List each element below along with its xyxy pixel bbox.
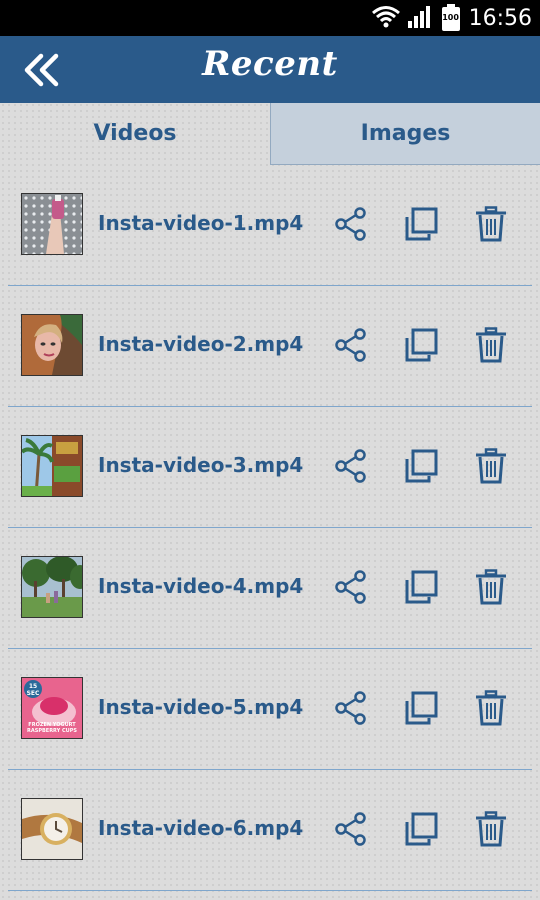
trash-icon xyxy=(473,569,509,609)
signal-icon xyxy=(407,3,435,33)
share-button[interactable] xyxy=(333,327,369,363)
copy-icon xyxy=(403,812,439,851)
page-title: Recent xyxy=(202,44,338,84)
copy-button[interactable] xyxy=(403,690,439,726)
file-name: Insta-video-1.mp4 xyxy=(98,211,304,235)
app-bar: Recent xyxy=(0,36,540,103)
video-list: Insta-video-1.mp4 Insta-video-2.mp4 Inst… xyxy=(0,165,540,891)
delete-button[interactable] xyxy=(473,206,509,242)
trash-icon xyxy=(473,327,509,367)
delete-button[interactable] xyxy=(473,327,509,363)
list-item[interactable]: Insta-video-1.mp4 xyxy=(0,165,540,286)
copy-icon xyxy=(403,328,439,367)
video-thumbnail xyxy=(21,798,83,860)
copy-button[interactable] xyxy=(403,569,439,605)
file-name: Insta-video-6.mp4 xyxy=(98,816,304,840)
copy-icon xyxy=(403,570,439,609)
tab-videos[interactable]: Videos xyxy=(0,103,270,165)
list-item[interactable]: Insta-video-4.mp4 xyxy=(0,528,540,649)
copy-button[interactable] xyxy=(403,327,439,363)
wifi-icon xyxy=(371,4,401,32)
trash-icon xyxy=(473,690,509,730)
trash-icon xyxy=(473,206,509,246)
copy-button[interactable] xyxy=(403,206,439,242)
status-time: 16:56 xyxy=(468,5,532,31)
share-icon xyxy=(333,207,369,246)
battery-icon: 100 xyxy=(441,4,461,32)
video-thumbnail xyxy=(21,314,83,376)
share-button[interactable] xyxy=(333,206,369,242)
file-name: Insta-video-4.mp4 xyxy=(98,574,304,598)
duration-badge: 15 SEC xyxy=(26,683,40,697)
tab-images[interactable]: Images xyxy=(270,103,540,165)
status-bar: 100 16:56 xyxy=(0,0,540,36)
video-thumbnail xyxy=(21,556,83,618)
file-name: Insta-video-2.mp4 xyxy=(98,332,304,356)
file-name: Insta-video-3.mp4 xyxy=(98,453,304,477)
status-icons: 100 16:56 xyxy=(371,0,532,36)
copy-button[interactable] xyxy=(403,448,439,484)
share-button[interactable] xyxy=(333,448,369,484)
delete-button[interactable] xyxy=(473,448,509,484)
share-button[interactable] xyxy=(333,690,369,726)
list-item[interactable]: 15 SEC FROZEN YOGURT RASPBERRY CUPS Inst… xyxy=(0,649,540,770)
copy-icon xyxy=(403,207,439,246)
video-thumbnail xyxy=(21,435,83,497)
share-button[interactable] xyxy=(333,569,369,605)
copy-button[interactable] xyxy=(403,811,439,847)
share-icon xyxy=(333,691,369,730)
video-thumbnail: 15 SEC FROZEN YOGURT RASPBERRY CUPS xyxy=(21,677,83,739)
share-button[interactable] xyxy=(333,811,369,847)
copy-icon xyxy=(403,449,439,488)
share-icon xyxy=(333,570,369,609)
tab-bar: Videos Images xyxy=(0,103,540,165)
share-icon xyxy=(333,328,369,367)
delete-button[interactable] xyxy=(473,569,509,605)
thumbnail-caption: FROZEN YOGURT RASPBERRY CUPS xyxy=(27,722,77,734)
copy-icon xyxy=(403,691,439,730)
row-divider xyxy=(8,890,532,891)
trash-icon xyxy=(473,448,509,488)
share-icon xyxy=(333,449,369,488)
video-thumbnail xyxy=(21,193,83,255)
list-item[interactable]: Insta-video-3.mp4 xyxy=(0,407,540,528)
trash-icon xyxy=(473,811,509,851)
file-name: Insta-video-5.mp4 xyxy=(98,695,304,719)
battery-level: 100 xyxy=(442,13,459,22)
delete-button[interactable] xyxy=(473,690,509,726)
list-item[interactable]: Insta-video-2.mp4 xyxy=(0,286,540,407)
share-icon xyxy=(333,812,369,851)
delete-button[interactable] xyxy=(473,811,509,847)
list-item[interactable]: Insta-video-6.mp4 xyxy=(0,770,540,891)
